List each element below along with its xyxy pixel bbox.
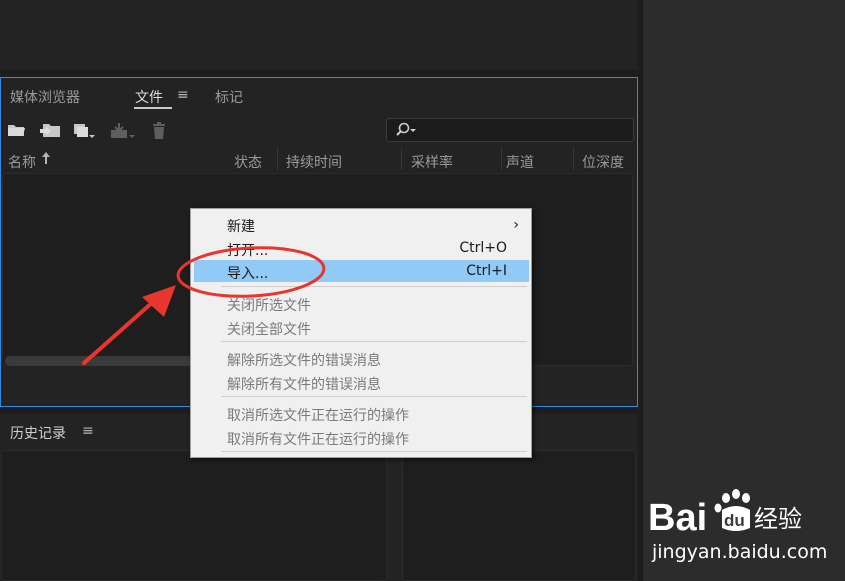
logo-product-name: 经验 xyxy=(754,505,802,533)
logo-brand-suffix: du xyxy=(724,511,745,530)
column-header-name[interactable]: 名称 xyxy=(8,152,36,172)
menu-item-cancel-all-operations[interactable]: 取消所有文件正在运行的操作 xyxy=(194,426,529,448)
open-folder-icon[interactable] xyxy=(7,122,29,140)
menu-item-new[interactable]: 新建 › xyxy=(194,213,529,235)
new-item-icon[interactable] xyxy=(72,122,95,140)
column-header-sample-rate[interactable]: 采样率 xyxy=(411,152,453,172)
panel-menu-icon[interactable]: ≡ xyxy=(82,423,94,439)
menu-item-dismiss-all-errors[interactable]: 解除所有文件的错误消息 xyxy=(194,371,529,393)
logo-brand-prefix: Bai xyxy=(648,497,707,538)
column-header-bit-depth[interactable]: 位深度 xyxy=(582,152,624,172)
history-list[interactable] xyxy=(1,450,387,581)
menu-separator xyxy=(221,341,527,342)
annotation-ellipse xyxy=(175,244,327,304)
tab-markers[interactable]: 标记 xyxy=(215,87,243,107)
history-detail-list[interactable] xyxy=(402,450,636,581)
search-input[interactable] xyxy=(386,118,634,142)
column-header-channels[interactable]: 声道 xyxy=(506,152,534,172)
menu-item-cancel-selected-operations[interactable]: 取消所选文件正在运行的操作 xyxy=(194,402,529,424)
column-header-status[interactable]: 状态 xyxy=(234,152,262,172)
import-media-icon[interactable] xyxy=(39,122,61,140)
panel-menu-icon[interactable]: ≡ xyxy=(177,87,189,103)
column-divider[interactable] xyxy=(277,148,278,170)
baidu-jingyan-logo: Bai du 经验 xyxy=(648,488,808,542)
sort-ascending-arrow-icon xyxy=(41,151,51,169)
menu-separator xyxy=(221,396,527,397)
menu-item-label: 取消所选文件正在运行的操作 xyxy=(227,408,409,424)
menu-item-close-all[interactable]: 关闭全部文件 xyxy=(194,316,529,338)
history-panel-title[interactable]: 历史记录 xyxy=(10,423,66,443)
submenu-arrow-icon: › xyxy=(513,217,519,233)
column-divider[interactable] xyxy=(501,148,502,170)
active-tab-underline xyxy=(134,107,172,109)
menu-item-label: 关闭全部文件 xyxy=(227,322,311,338)
column-divider[interactable] xyxy=(401,148,402,170)
menu-item-dismiss-selected-errors[interactable]: 解除所选文件的错误消息 xyxy=(194,347,529,369)
menu-item-shortcut: Ctrl+I xyxy=(466,263,507,279)
menu-item-label: 新建 xyxy=(227,219,255,235)
menu-item-label: 取消所有文件正在运行的操作 xyxy=(227,432,409,448)
menu-item-label: 解除所有文件的错误消息 xyxy=(227,377,381,393)
export-icon xyxy=(110,122,135,140)
menu-separator xyxy=(221,451,527,452)
annotation-arrow-icon xyxy=(80,283,180,371)
tab-media-browser[interactable]: 媒体浏览器 xyxy=(10,87,80,107)
delete-icon xyxy=(150,122,172,140)
watermark-url: jingyan.baidu.com xyxy=(652,541,828,563)
menu-item-label: 解除所选文件的错误消息 xyxy=(227,353,381,369)
top-empty-panel xyxy=(0,0,638,70)
tab-files[interactable]: 文件 xyxy=(135,87,163,107)
column-divider[interactable] xyxy=(573,148,574,170)
search-icon[interactable] xyxy=(395,122,419,142)
column-header-duration[interactable]: 持续时间 xyxy=(286,152,342,172)
menu-item-shortcut: Ctrl+O xyxy=(459,240,507,256)
